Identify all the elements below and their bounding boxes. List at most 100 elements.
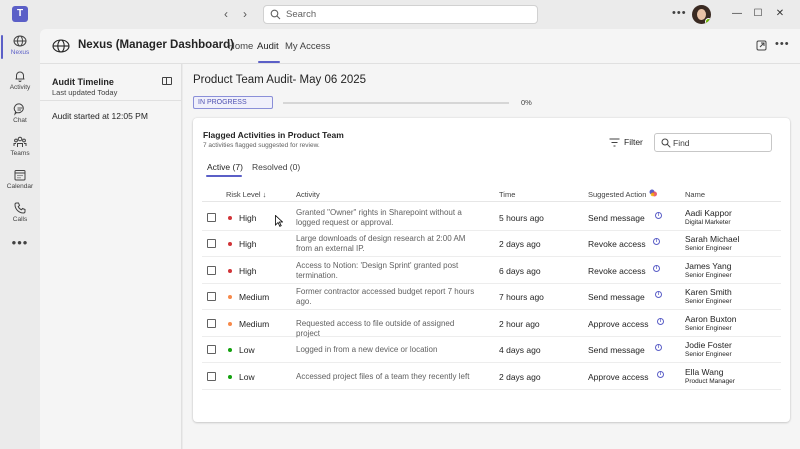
- info-icon[interactable]: i: [657, 371, 664, 378]
- risk-level: Low: [239, 345, 255, 355]
- row-checkbox[interactable]: [207, 266, 216, 275]
- maximize-icon[interactable]: ☐: [750, 6, 766, 22]
- more-options-icon[interactable]: •••: [672, 7, 687, 19]
- column-header-risk[interactable]: Risk Level ↓: [226, 190, 266, 199]
- suggested-action-link[interactable]: Approve access: [588, 372, 648, 382]
- rail-label: Nexus: [10, 49, 30, 56]
- suggested-action-link[interactable]: Send message: [588, 292, 645, 302]
- popout-icon[interactable]: [756, 40, 767, 51]
- activity-description: Logged in from a new device or location: [296, 345, 438, 354]
- back-arrow-icon[interactable]: ‹: [219, 7, 233, 21]
- rail-item-activity[interactable]: Activity: [0, 66, 40, 98]
- person-name: Aadi Kappor: [685, 208, 732, 218]
- tab-audit[interactable]: Audit: [257, 41, 279, 52]
- risk-level: Low: [239, 372, 255, 382]
- table-row[interactable]: Low Logged in from a new device or locati…: [202, 337, 781, 363]
- header-more-icon[interactable]: •••: [775, 38, 790, 50]
- row-checkbox[interactable]: [207, 213, 216, 222]
- active-tab-indicator: [258, 61, 280, 63]
- person-name: Jodie Foster: [685, 340, 732, 350]
- search-icon: [661, 138, 671, 148]
- more-apps-icon[interactable]: •••: [0, 235, 40, 250]
- activity-time: 2 days ago: [499, 239, 541, 249]
- rail-item-chat[interactable]: Chat: [0, 99, 40, 131]
- risk-level: High: [239, 239, 257, 249]
- mouse-cursor-icon: [275, 215, 283, 227]
- rail-item-calendar[interactable]: Calendar: [0, 165, 40, 197]
- tab-my-access[interactable]: My Access: [285, 41, 330, 52]
- person-name: Ella Wang: [685, 367, 724, 377]
- rail-label: Chat: [13, 117, 27, 124]
- row-checkbox[interactable]: [207, 239, 216, 248]
- rail-label: Calendar: [6, 183, 34, 190]
- title-bar: T ‹ › Search ••• — ☐ ✕: [0, 0, 800, 29]
- search-input[interactable]: Search: [263, 5, 538, 24]
- suggested-action-link[interactable]: Revoke access: [588, 239, 646, 249]
- info-icon[interactable]: i: [655, 212, 662, 219]
- activity-time: 4 days ago: [499, 345, 541, 355]
- find-input[interactable]: Find: [654, 133, 772, 152]
- avatar[interactable]: [692, 5, 711, 24]
- risk-level-dot: [228, 269, 232, 273]
- filter-icon: [609, 138, 620, 147]
- minimize-icon[interactable]: —: [729, 6, 745, 22]
- teams-icon: [13, 136, 27, 147]
- timeline-item[interactable]: Audit started at 12:05 PM: [52, 111, 148, 121]
- globe-icon: [13, 35, 27, 47]
- rail-item-nexus[interactable]: Nexus: [0, 31, 40, 63]
- header-divider: [202, 201, 781, 202]
- timeline-subtitle: Last updated Today: [52, 88, 118, 97]
- forward-arrow-icon[interactable]: ›: [238, 7, 252, 21]
- column-header-name[interactable]: Name: [685, 190, 705, 199]
- progress-percent: 0%: [521, 98, 532, 107]
- risk-level-dot: [228, 295, 232, 299]
- table-row[interactable]: Low Accessed project files of a team they…: [202, 364, 781, 390]
- rail-item-calls[interactable]: Calls: [0, 198, 40, 230]
- table-row[interactable]: High Access to Notion: 'Design Sprint' gr…: [202, 258, 781, 284]
- row-checkbox[interactable]: [207, 319, 216, 328]
- row-checkbox[interactable]: [207, 292, 216, 301]
- info-icon[interactable]: i: [653, 265, 660, 272]
- close-icon[interactable]: ✕: [772, 6, 788, 22]
- person-name: Aaron Buxton: [685, 314, 737, 324]
- row-checkbox[interactable]: [207, 345, 216, 354]
- risk-level-dot: [228, 242, 232, 246]
- info-icon[interactable]: i: [655, 291, 662, 298]
- filter-label: Filter: [624, 137, 643, 147]
- chat-icon: [13, 103, 24, 116]
- row-checkbox[interactable]: [207, 372, 216, 381]
- info-icon[interactable]: i: [653, 238, 660, 245]
- avatar-face: [697, 9, 706, 20]
- rail-item-teams[interactable]: Teams: [0, 132, 40, 164]
- info-icon[interactable]: i: [655, 344, 662, 351]
- suggested-action-link[interactable]: Send message: [588, 345, 645, 355]
- app-title: Nexus (Manager Dashboard): [78, 39, 234, 51]
- teams-logo-icon: T: [12, 6, 28, 22]
- risk-level-dot: [228, 375, 232, 379]
- rail-label: Teams: [10, 150, 30, 157]
- table-row[interactable]: Medium Former contractor accessed budget …: [202, 284, 781, 310]
- risk-level: High: [239, 213, 257, 223]
- audit-timeline-panel: Audit Timeline Last updated Today Audit …: [40, 64, 182, 449]
- find-placeholder: Find: [673, 138, 690, 148]
- column-header-suggested-action[interactable]: Suggested Action: [588, 190, 646, 199]
- column-header-time[interactable]: Time: [499, 190, 515, 199]
- activity-time: 7 hours ago: [499, 292, 544, 302]
- person-role: Product Manager: [685, 378, 735, 385]
- column-header-activity[interactable]: Activity: [296, 190, 320, 199]
- table-row[interactable]: Medium Requested access to file outside o…: [202, 311, 781, 338]
- suggested-action-link[interactable]: Approve access: [588, 319, 648, 329]
- app-header: Nexus (Manager Dashboard) Home Audit My …: [40, 29, 800, 64]
- panel-toggle-icon[interactable]: [162, 77, 172, 85]
- tab-resolved[interactable]: Resolved (0): [252, 162, 300, 172]
- tab-home[interactable]: Home: [228, 41, 253, 52]
- copilot-icon: [649, 189, 657, 197]
- person-role: Senior Engineer: [685, 298, 732, 305]
- table-row[interactable]: High Large downloads of design research a…: [202, 231, 781, 257]
- suggested-action-link[interactable]: Send message: [588, 213, 645, 223]
- tab-active[interactable]: Active (7): [207, 162, 243, 172]
- risk-level: Medium: [239, 292, 270, 302]
- info-icon[interactable]: i: [657, 318, 664, 325]
- table-row[interactable]: High Granted "Owner" rights in Sharepoint…: [202, 205, 781, 231]
- suggested-action-link[interactable]: Revoke access: [588, 266, 646, 276]
